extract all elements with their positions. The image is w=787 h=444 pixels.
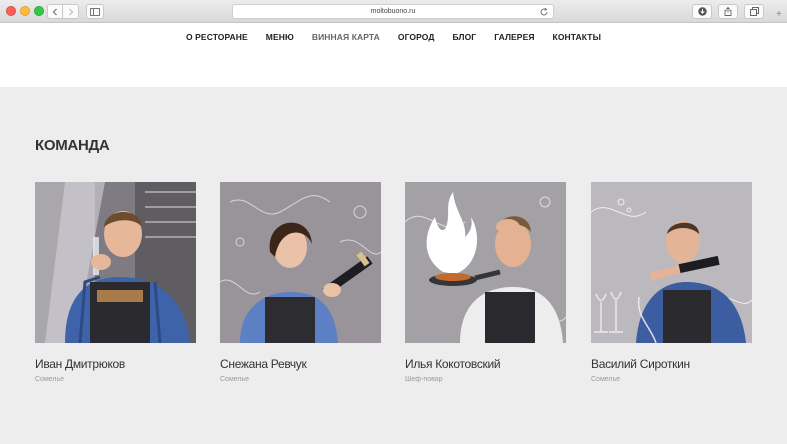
team-member-card[interactable]: Василий Сироткин Сомелье — [591, 182, 752, 383]
forward-button[interactable] — [63, 4, 79, 19]
sidebar-icon — [90, 7, 100, 16]
team-member-photo[interactable] — [35, 182, 196, 343]
download-icon — [697, 7, 707, 16]
team-member-role: Сомелье — [35, 376, 65, 383]
team-member-name[interactable]: Снежана Ревчук — [220, 357, 381, 371]
chevron-right-icon — [68, 8, 73, 15]
menu-item-garden[interactable]: ОГОРОД — [398, 32, 435, 42]
team-member-name[interactable]: Иван Дмитрюков — [35, 357, 196, 371]
team-section-title: КОМАНДА — [35, 137, 110, 154]
share-icon — [724, 7, 732, 16]
site-header: О РЕСТОРАНЕ МЕНЮ ВИННАЯ КАРТА ОГОРОД БЛО… — [0, 23, 787, 87]
close-window-button[interactable] — [6, 6, 16, 16]
reload-icon[interactable] — [539, 7, 549, 17]
downloads-button[interactable] — [692, 4, 712, 19]
share-button[interactable] — [718, 4, 738, 19]
team-member-name[interactable]: Василий Сироткин — [591, 357, 752, 371]
menu-item-menu[interactable]: МЕНЮ — [266, 32, 294, 42]
team-member-photo[interactable] — [591, 182, 752, 343]
zoom-window-button[interactable] — [34, 6, 44, 16]
minimize-window-button[interactable] — [20, 6, 30, 16]
browser-toolbar: moltobuono.ru + — [0, 0, 787, 23]
tabs-icon — [749, 7, 759, 16]
team-member-role: Шеф-повар — [405, 376, 443, 383]
menu-item-blog[interactable]: БЛОГ — [453, 32, 477, 42]
menu-item-contacts[interactable]: КОНТАКТЫ — [553, 32, 601, 42]
team-member-photo[interactable] — [220, 182, 381, 343]
team-member-role: Сомелье — [220, 376, 250, 383]
team-member-photo[interactable] — [405, 182, 566, 343]
team-member-name[interactable]: Илья Кокотовский — [405, 357, 566, 371]
team-member-card[interactable]: Снежана Ревчук Сомелье — [220, 182, 381, 383]
address-bar[interactable]: moltobuono.ru — [232, 4, 554, 19]
chevron-left-icon — [52, 8, 57, 15]
main-menu: О РЕСТОРАНЕ МЕНЮ ВИННАЯ КАРТА ОГОРОД БЛО… — [0, 32, 787, 42]
team-member-card[interactable]: Иван Дмитрюков Сомелье — [35, 182, 196, 383]
team-member-card[interactable]: Илья Кокотовский Шеф-повар — [405, 182, 566, 383]
team-member-role: Сомелье — [591, 376, 621, 383]
back-button[interactable] — [47, 4, 63, 19]
menu-item-about[interactable]: О РЕСТОРАНЕ — [186, 32, 248, 42]
new-tab-plus-icon[interactable]: + — [776, 9, 782, 20]
tab-overview-button[interactable] — [744, 4, 764, 19]
sidebar-toggle-button[interactable] — [86, 4, 104, 19]
menu-item-wine-list[interactable]: ВИННАЯ КАРТА — [312, 32, 380, 42]
menu-item-gallery[interactable]: ГАЛЕРЕЯ — [494, 32, 534, 42]
address-bar-url: moltobuono.ru — [370, 8, 416, 15]
